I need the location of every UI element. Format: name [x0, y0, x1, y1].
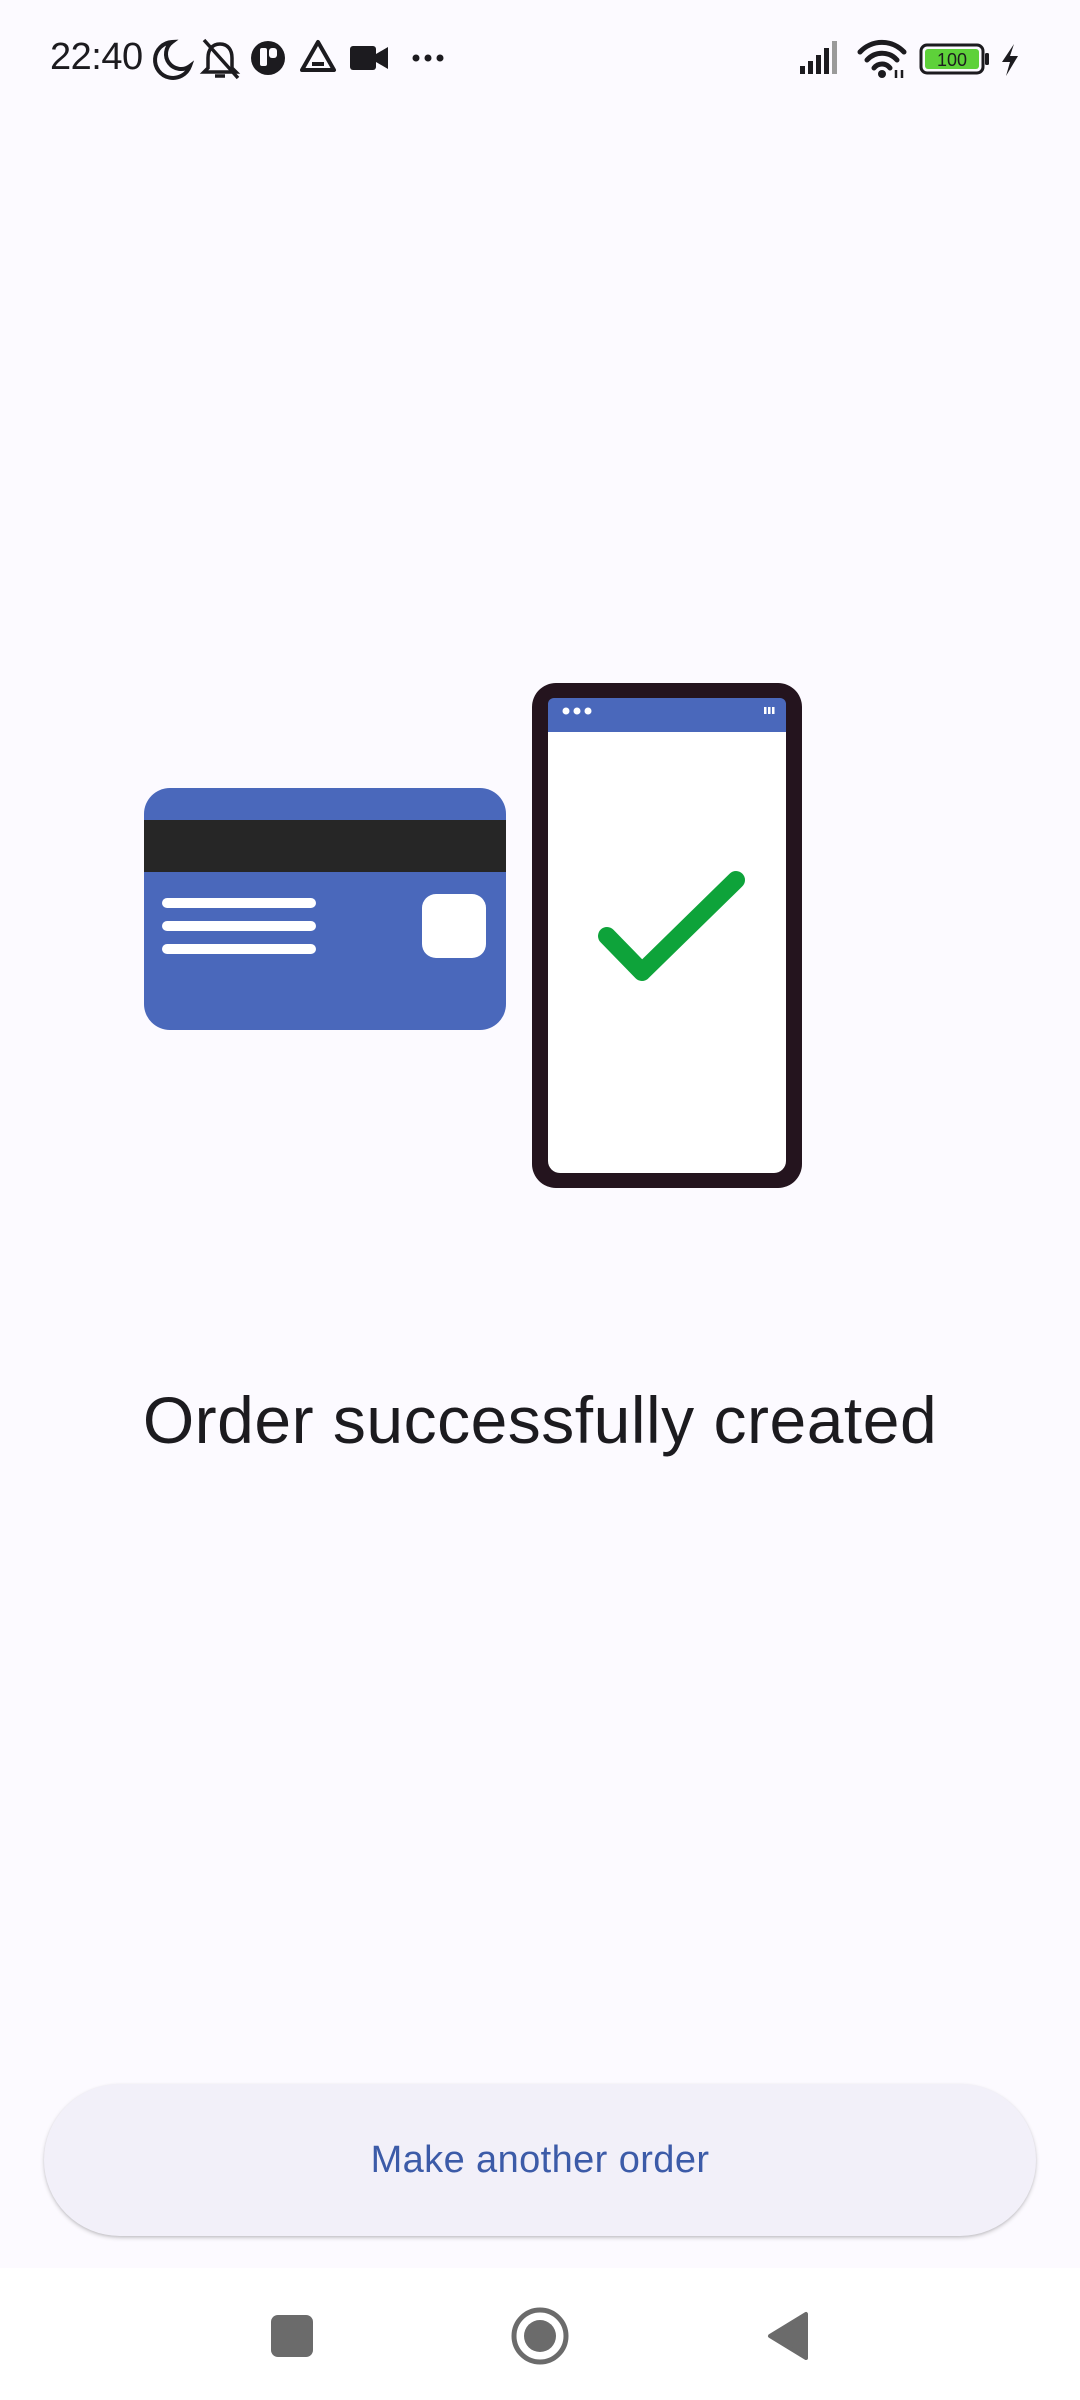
battery-level: 100 — [937, 50, 967, 70]
battery-icon: 100 — [919, 43, 989, 75]
back-icon — [768, 2312, 808, 2360]
more-dots-icon — [412, 54, 444, 62]
charging-icon — [1002, 44, 1018, 76]
app-badge-icon — [251, 41, 285, 75]
status-time: 22:40 — [50, 36, 143, 78]
status-icons-left — [153, 38, 444, 80]
make-another-order-label: Make another order — [370, 2138, 710, 2181]
bell-off-icon — [199, 38, 241, 80]
video-camera-icon — [350, 46, 388, 70]
moon-icon — [153, 39, 195, 80]
home-icon — [511, 2307, 569, 2365]
status-bar: 22:40 100 — [0, 0, 1080, 120]
back-button[interactable] — [746, 2296, 826, 2376]
signal-icon — [800, 41, 837, 74]
make-another-order-button[interactable]: Make another order — [44, 2084, 1036, 2236]
recents-button[interactable] — [252, 2296, 332, 2376]
credit-card-icon — [144, 788, 506, 1030]
status-icons-right: 100 — [800, 39, 1018, 78]
drive-icon — [300, 40, 336, 72]
recents-icon — [271, 2315, 313, 2357]
wifi-icon — [857, 39, 907, 78]
payment-success-illustration — [144, 683, 802, 1188]
system-navigation-bar — [0, 2268, 1080, 2400]
home-button[interactable] — [500, 2296, 580, 2376]
success-message: Order successfully created — [142, 1383, 938, 1457]
